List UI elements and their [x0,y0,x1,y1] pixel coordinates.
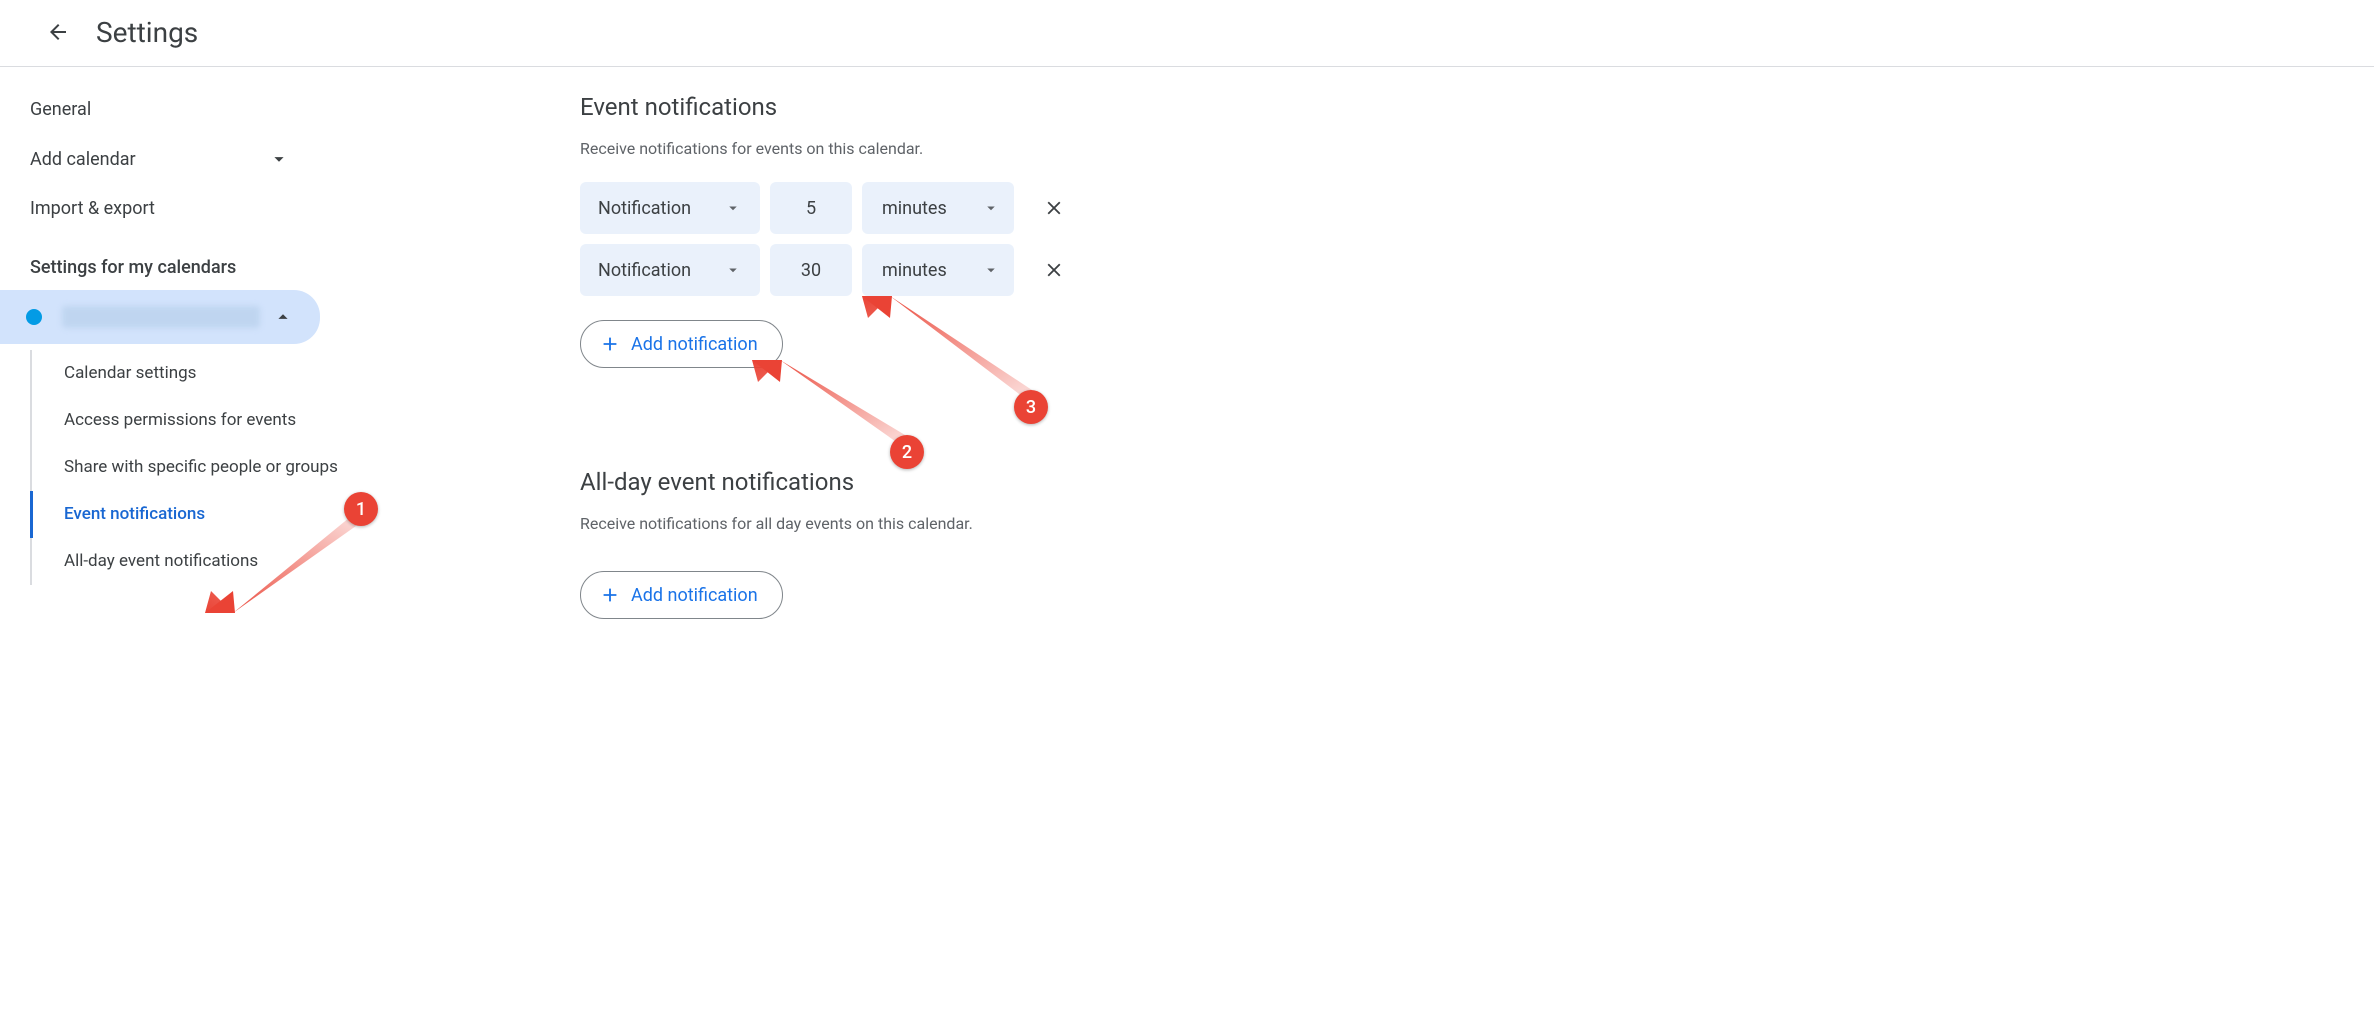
add-notification-label: Add notification [631,585,758,606]
page-title: Settings [96,16,198,49]
subnav-allday-notifications[interactable]: All-day event notifications [32,538,380,585]
add-notification-button[interactable]: Add notification [580,320,783,368]
notification-type-select[interactable]: Notification [580,182,760,234]
subnav-event-notifications[interactable]: Event notifications [30,491,380,538]
sidebar-label: Import & export [30,198,155,219]
notification-type-value: Notification [598,198,691,219]
section-title: All-day event notifications [580,468,1400,496]
sidebar-item-general[interactable]: General [0,85,320,134]
subnav-calendar-settings[interactable]: Calendar settings [32,350,380,397]
remove-notification-button[interactable] [1032,186,1076,230]
notification-unit-select[interactable]: minutes [862,182,1014,234]
notification-row: Notification minutes [580,182,1400,234]
notification-unit-value: minutes [882,198,947,219]
sidebar-subnav: Calendar settings Access permissions for… [30,350,380,585]
sidebar: General Add calendar Import & export Set… [0,67,380,645]
notification-unit-select[interactable]: minutes [862,244,1014,296]
plus-icon [599,584,621,606]
notification-value-input[interactable] [770,182,852,234]
section-description: Receive notifications for events on this… [580,139,1400,158]
plus-icon [599,333,621,355]
layout: General Add calendar Import & export Set… [0,67,2374,645]
sidebar-label: General [30,99,91,120]
sidebar-calendar-selected[interactable] [0,290,320,344]
section-title: Event notifications [580,93,1400,121]
content: Event notifications Receive notification… [540,67,1440,645]
header-bar: Settings [0,0,2374,67]
sidebar-label: Add calendar [30,149,136,170]
notification-value-input[interactable] [770,244,852,296]
chevron-down-icon [268,148,290,170]
calendar-name-redacted [62,306,260,328]
sidebar-heading-my-calendars: Settings for my calendars [0,233,380,290]
notification-unit-value: minutes [882,260,947,281]
back-button[interactable] [38,12,78,52]
section-event-notifications: Event notifications Receive notification… [580,93,1400,368]
arrow-left-icon [46,20,70,44]
annotation-marker-2: 2 [890,435,924,469]
sidebar-item-import-export[interactable]: Import & export [0,184,320,233]
dropdown-icon [982,199,1000,217]
notification-type-select[interactable]: Notification [580,244,760,296]
add-notification-label: Add notification [631,334,758,355]
subnav-share[interactable]: Share with specific people or groups [32,444,380,491]
annotation-marker-3: 3 [1014,390,1048,424]
notification-value-field[interactable] [770,198,852,219]
sidebar-item-add-calendar[interactable]: Add calendar [0,134,320,184]
notification-row: Notification minutes [580,244,1400,296]
add-notification-button[interactable]: Add notification [580,571,783,619]
section-description: Receive notifications for all day events… [580,514,1400,533]
dropdown-icon [982,261,1000,279]
section-allday-notifications: All-day event notifications Receive noti… [580,468,1400,619]
dropdown-icon [724,261,742,279]
close-icon [1043,197,1065,219]
notification-type-value: Notification [598,260,691,281]
annotation-marker-1: 1 [344,492,378,526]
calendar-color-dot [26,309,42,325]
remove-notification-button[interactable] [1032,248,1076,292]
subnav-access-permissions[interactable]: Access permissions for events [32,397,380,444]
notification-value-field[interactable] [770,260,852,281]
chevron-up-icon [272,306,294,328]
close-icon [1043,259,1065,281]
dropdown-icon [724,199,742,217]
